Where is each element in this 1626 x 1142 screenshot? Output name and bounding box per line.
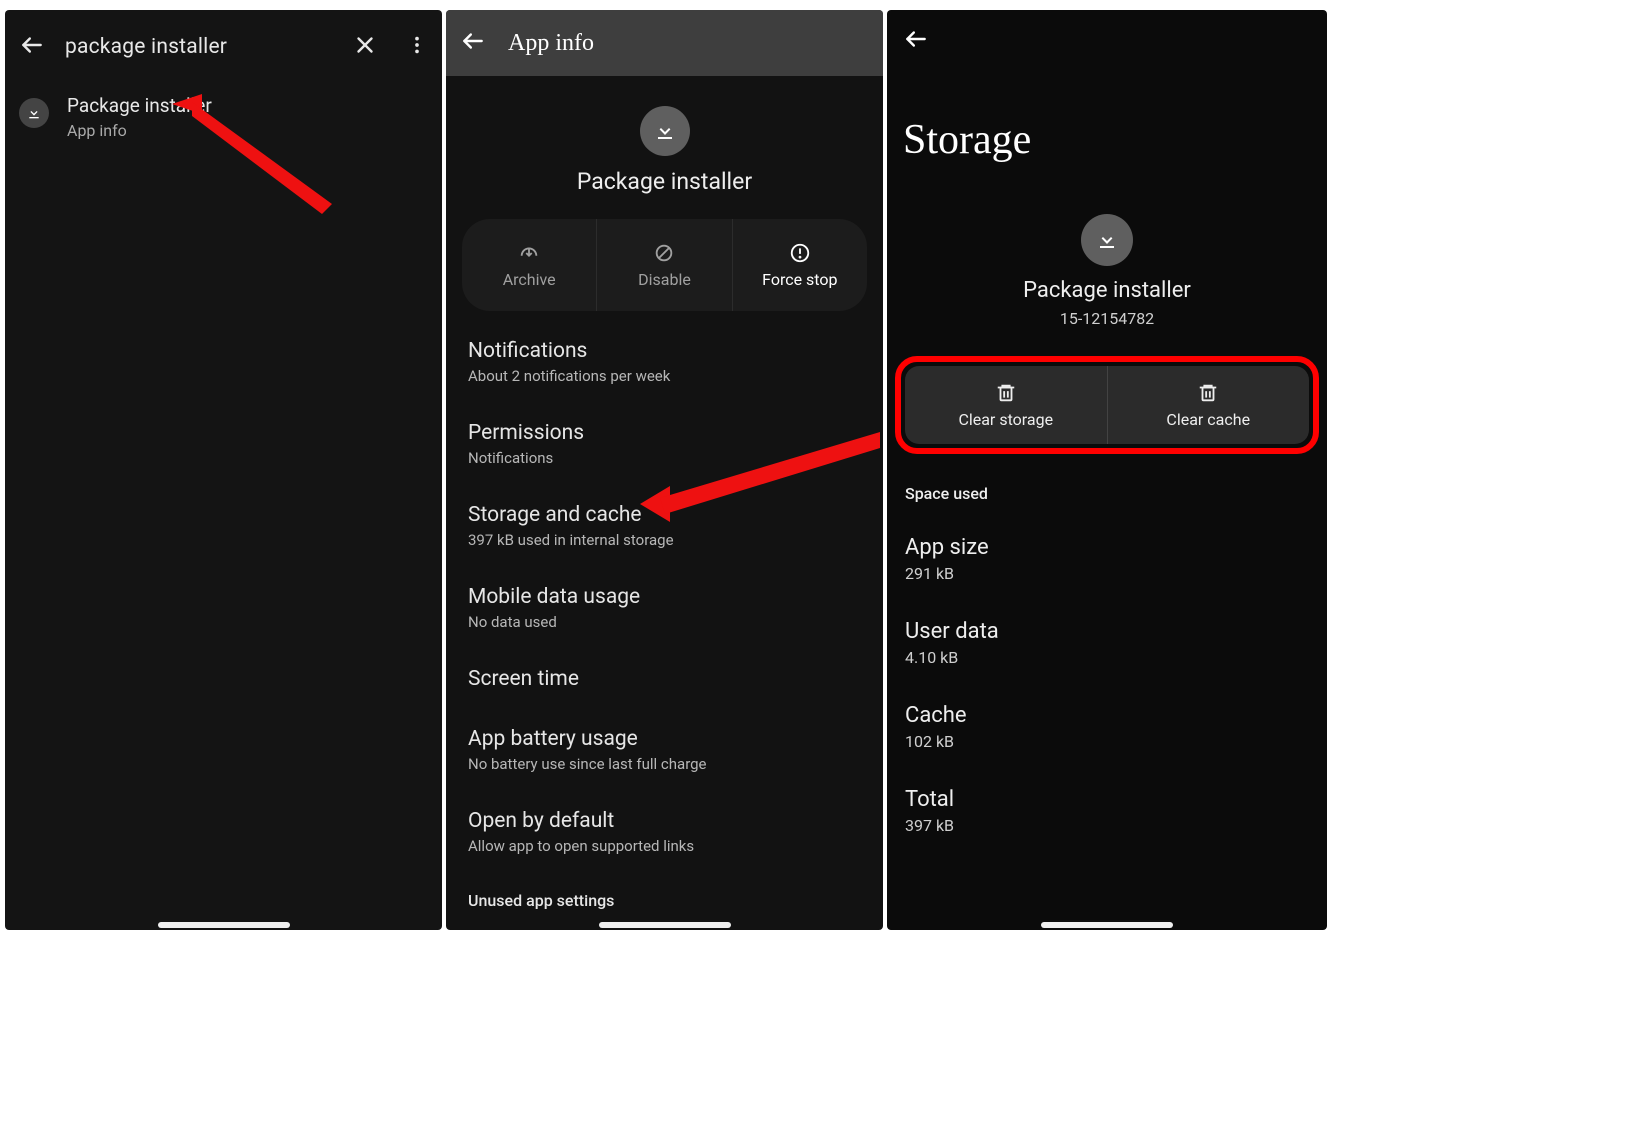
unused-app-settings-label: Unused app settings <box>446 873 883 910</box>
clear-storage-button[interactable]: Clear storage <box>905 366 1108 444</box>
app-name: Package installer <box>446 168 883 195</box>
app-name: Package installer <box>887 278 1327 303</box>
clear-cache-button[interactable]: Clear cache <box>1108 366 1310 444</box>
back-icon[interactable] <box>19 32 45 62</box>
battery-usage-item[interactable]: App battery usage No battery use since l… <box>468 709 861 791</box>
screen-app-info: App info Package installer Archive Disab… <box>446 10 883 930</box>
app-icon <box>640 106 690 156</box>
settings-list: Notifications About 2 notifications per … <box>446 311 883 873</box>
cache-item: Cache 102 kB <box>905 685 1309 769</box>
clear-buttons-highlight: Clear storage Clear cache <box>895 356 1319 454</box>
mobile-data-item[interactable]: Mobile data usage No data used <box>468 567 861 649</box>
storage-header <box>887 10 1327 56</box>
result-subtitle: App info <box>67 121 212 140</box>
home-indicator <box>599 922 731 928</box>
total-item: Total 397 kB <box>905 769 1309 853</box>
action-buttons: Archive Disable Force stop <box>462 219 867 311</box>
notifications-item[interactable]: Notifications About 2 notifications per … <box>468 321 861 403</box>
more-icon[interactable] <box>406 34 428 60</box>
home-indicator <box>158 922 290 928</box>
disable-button[interactable]: Disable <box>597 219 732 311</box>
search-result-item[interactable]: Package installer App info <box>5 84 442 140</box>
back-icon[interactable] <box>460 28 486 58</box>
storage-stats: App size 291 kB User data 4.10 kB Cache … <box>887 503 1327 853</box>
open-by-default-item[interactable]: Open by default Allow app to open suppor… <box>468 791 861 873</box>
search-bar: package installer <box>5 10 442 84</box>
storage-cache-item[interactable]: Storage and cache 397 kB used in interna… <box>468 485 861 567</box>
app-version: 15-12154782 <box>887 309 1327 328</box>
download-icon <box>19 98 49 128</box>
space-used-label: Space used <box>887 454 1327 503</box>
search-result-text: Package installer App info <box>67 94 212 140</box>
screen-search-settings: package installer Package installer App … <box>5 10 442 930</box>
app-icon <box>1081 214 1133 266</box>
app-info-header: App info <box>446 10 883 76</box>
result-title: Package installer <box>67 94 212 117</box>
permissions-item[interactable]: Permissions Notifications <box>468 403 861 485</box>
force-stop-button[interactable]: Force stop <box>733 219 867 311</box>
search-input[interactable]: package installer <box>65 35 332 59</box>
user-data-item: User data 4.10 kB <box>905 601 1309 685</box>
app-size-item: App size 291 kB <box>905 517 1309 601</box>
page-title: Storage <box>887 56 1327 164</box>
clear-icon[interactable] <box>352 32 378 62</box>
home-indicator <box>1041 922 1173 928</box>
back-icon[interactable] <box>903 37 929 56</box>
page-title: App info <box>508 30 594 57</box>
archive-button[interactable]: Archive <box>462 219 597 311</box>
screen-storage: Storage Package installer 15-12154782 Cl… <box>887 10 1327 930</box>
screen-time-item[interactable]: Screen time <box>468 649 861 709</box>
